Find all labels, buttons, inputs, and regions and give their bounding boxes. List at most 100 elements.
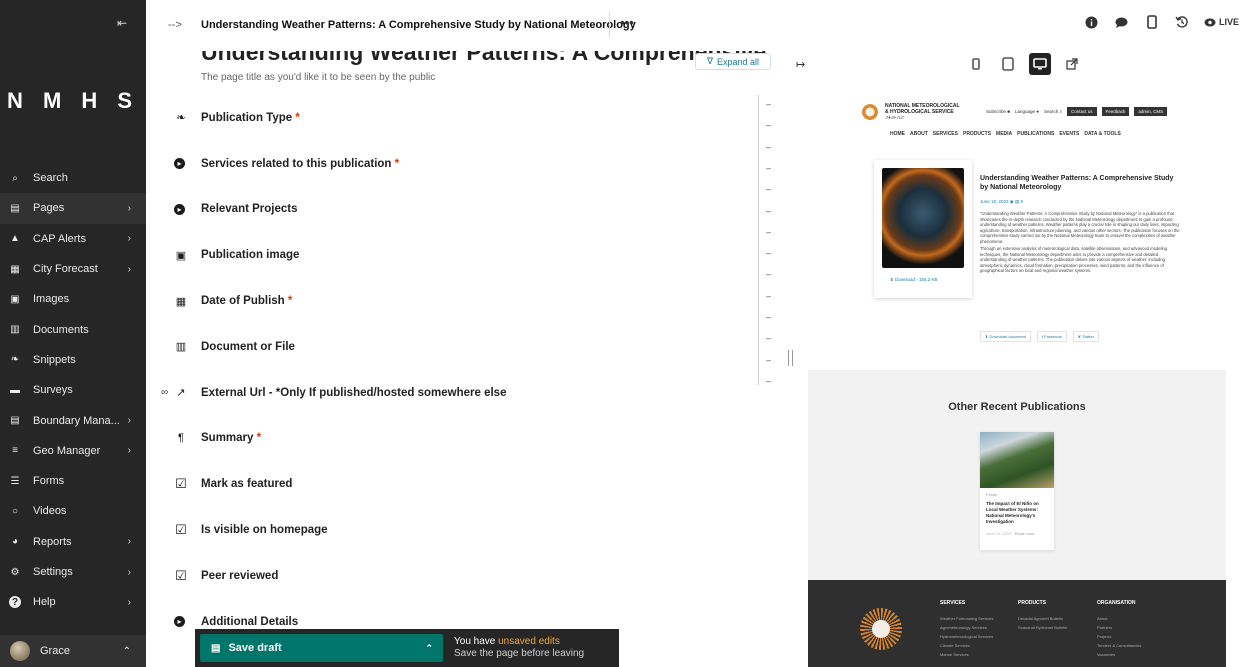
- minimap-mark[interactable]: –: [766, 291, 771, 301]
- sidebar-item-help[interactable]: ? Help ›: [0, 587, 146, 617]
- field-label-text: Document or File: [201, 340, 295, 353]
- minimap-mark[interactable]: –: [766, 376, 771, 386]
- minimap-mark[interactable]: –: [766, 248, 771, 258]
- publication-action[interactable]: ❦ Twitter: [1072, 331, 1099, 342]
- field-date-of-publish[interactable]: ▦ Date of Publish *: [146, 278, 746, 324]
- site-nav-item[interactable]: MEDIA: [996, 131, 1012, 137]
- minimap-mark[interactable]: –: [766, 142, 771, 152]
- footer-link[interactable]: Projects: [1097, 632, 1141, 641]
- desktop-icon[interactable]: [1029, 53, 1051, 75]
- minimap-mark[interactable]: –: [766, 333, 771, 343]
- minimap-mark[interactable]: –: [766, 206, 771, 216]
- resize-handle[interactable]: [788, 350, 793, 366]
- logo[interactable]: N M H S: [0, 88, 146, 114]
- sidebar-item-settings[interactable]: ⚙ Settings ›: [0, 557, 146, 587]
- site-nav-item[interactable]: SERVICES: [933, 131, 958, 137]
- mobile-preview-icon[interactable]: [1144, 14, 1160, 30]
- publication-action[interactable]: f Facebook: [1036, 331, 1067, 342]
- sidebar-item-cap-alerts[interactable]: ▲ CAP Alerts ›: [0, 224, 146, 254]
- footer-link[interactable]: Weather Forecasting Services: [940, 614, 994, 623]
- site-nav-item[interactable]: ABOUT: [910, 131, 928, 137]
- minimap-mark[interactable]: –: [766, 312, 771, 322]
- site-nav-item[interactable]: DATA & TOOLS: [1084, 131, 1120, 137]
- field-is-visible-on[interactable]: ☑ Is visible on homepage: [146, 507, 746, 553]
- chevron-up-icon[interactable]: ⌃: [425, 643, 433, 654]
- expand-all-button[interactable]: ∇ Expand all: [695, 53, 771, 70]
- tablet-icon[interactable]: [997, 53, 1019, 75]
- info-icon[interactable]: [1084, 14, 1100, 30]
- footer-link[interactable]: Decadal Agromet Bulletin: [1018, 614, 1067, 623]
- sidebar-item-boundary-mana[interactable]: ▤ Boundary Mana... ›: [0, 405, 146, 435]
- sidebar-item-search[interactable]: ⌕ Search: [0, 163, 146, 193]
- more-actions-button[interactable]: •••: [620, 15, 634, 30]
- site-nav-item[interactable]: PUBLICATIONS: [1017, 131, 1054, 137]
- footer-link[interactable]: Agrometeorology Services: [940, 623, 994, 632]
- publication-action[interactable]: ⬇ Download document: [980, 331, 1031, 342]
- sidebar-item-forms[interactable]: ☰ Forms: [0, 466, 146, 496]
- sidebar-item-documents[interactable]: ▥ Documents: [0, 314, 146, 344]
- field-publication-image[interactable]: ▣ Publication image: [146, 232, 746, 278]
- live-status[interactable]: LIVE: [1204, 17, 1239, 27]
- minimap-mark[interactable]: –: [766, 184, 771, 194]
- read-more-link[interactable]: Read more: [1015, 531, 1035, 536]
- field-label-text: Services related to this publication: [201, 157, 392, 170]
- sidebar-item-surveys[interactable]: ▬ Surveys: [0, 375, 146, 405]
- comment-icon[interactable]: [1114, 14, 1130, 30]
- footer-link[interactable]: Vacancies: [1097, 650, 1141, 659]
- site-button[interactable]: Contact us: [1067, 107, 1097, 116]
- footer-link[interactable]: Seasonal Hydromet Bulletin: [1018, 623, 1067, 632]
- footer-link[interactable]: Tenders & Consultancies: [1097, 641, 1141, 650]
- sidebar-item-pages[interactable]: ▤ Pages ›: [0, 193, 146, 224]
- site-logo[interactable]: [860, 102, 880, 122]
- mobile-icon[interactable]: [965, 53, 987, 75]
- footer-link[interactable]: Marine Services: [940, 650, 994, 659]
- sidebar-item-geo-manager[interactable]: ≡ Geo Manager ›: [0, 436, 146, 466]
- site-nav-item[interactable]: PRODUCTS: [963, 131, 991, 137]
- collapse-sidebar-icon[interactable]: ⇤: [117, 16, 127, 30]
- minimap-mark[interactable]: –: [766, 99, 771, 109]
- save-draft-button[interactable]: ▤ Save draft ⌃: [200, 634, 443, 662]
- site-tool-search[interactable]: Search ⌕: [1044, 109, 1062, 114]
- recent-card[interactable]: Poster The Impact of El Niño on Local We…: [980, 432, 1054, 550]
- field-services-related-to[interactable]: ▸ Services related to this publication *: [146, 141, 746, 187]
- footer-link[interactable]: Climate Services: [940, 641, 994, 650]
- field-publication-type[interactable]: ❧ Publication Type *: [146, 95, 746, 141]
- field-peer-reviewed[interactable]: ☑ Peer reviewed: [146, 553, 746, 599]
- site-button[interactable]: Feedback: [1101, 107, 1130, 116]
- download-link[interactable]: ⬇ Download - 155.2 KB: [890, 277, 938, 283]
- field-relevant-projects[interactable]: ▸ Relevant Projects: [146, 187, 746, 233]
- page-title-input[interactable]: Understanding Weather Patterns: A Compre…: [201, 51, 771, 66]
- collapse-preview-icon[interactable]: ↦: [796, 58, 805, 71]
- site-nav-item[interactable]: HOME: [890, 131, 905, 137]
- minimap[interactable]: – – – – – – – – – – – – – –: [758, 95, 774, 386]
- minimap-mark[interactable]: –: [766, 120, 771, 130]
- footer-link[interactable]: Partners: [1097, 623, 1141, 632]
- field-summary[interactable]: ¶ Summary *: [146, 416, 746, 462]
- field-document-or-file[interactable]: ▥ Document or File: [146, 324, 746, 370]
- breadcrumb-arrow[interactable]: -->: [168, 19, 182, 31]
- history-icon[interactable]: [1174, 14, 1190, 30]
- site-tool-subscribe[interactable]: Subscribe ■: [986, 109, 1010, 114]
- sidebar-item-images[interactable]: ▣ Images: [0, 284, 146, 314]
- minimap-mark[interactable]: –: [766, 227, 771, 237]
- link-icon[interactable]: ∞: [161, 387, 168, 398]
- sidebar-item-snippets[interactable]: ❧ Snippets: [0, 345, 146, 375]
- footer-link[interactable]: Hydrometeorological Services: [940, 632, 994, 641]
- open-new-tab-icon[interactable]: [1061, 53, 1083, 75]
- sidebar-item-city-forecast[interactable]: ▦ City Forecast ›: [0, 254, 146, 284]
- field-external-url--[interactable]: ∞ ↗ External Url - *Only If published/host…: [146, 370, 746, 416]
- minimap-mark[interactable]: –: [766, 269, 771, 279]
- sidebar-item-reports[interactable]: ◕ Reports ›: [0, 527, 146, 557]
- preview-panel: ↦ NATIONAL METEOROLOGICAL & HYDROLOGICAL…: [780, 38, 1253, 667]
- site-nav: HOME ABOUT SERVICES PRODUCTS MEDIA PUBLICATIO…: [890, 131, 1121, 137]
- minimap-mark[interactable]: –: [766, 355, 771, 365]
- footer-link[interactable]: About: [1097, 614, 1141, 623]
- folder-open-icon: ▤: [10, 415, 20, 427]
- site-tool-language[interactable]: Language ●: [1015, 109, 1039, 114]
- user-menu[interactable]: Grace ⌃: [0, 635, 146, 667]
- field-mark-as-featured[interactable]: ☑ Mark as featured: [146, 461, 746, 507]
- sidebar-item-videos[interactable]: ○ Videos: [0, 496, 146, 526]
- minimap-mark[interactable]: –: [766, 163, 771, 173]
- site-button[interactable]: admin, CMS: [1134, 107, 1168, 116]
- site-nav-item[interactable]: EVENTS: [1059, 131, 1079, 137]
